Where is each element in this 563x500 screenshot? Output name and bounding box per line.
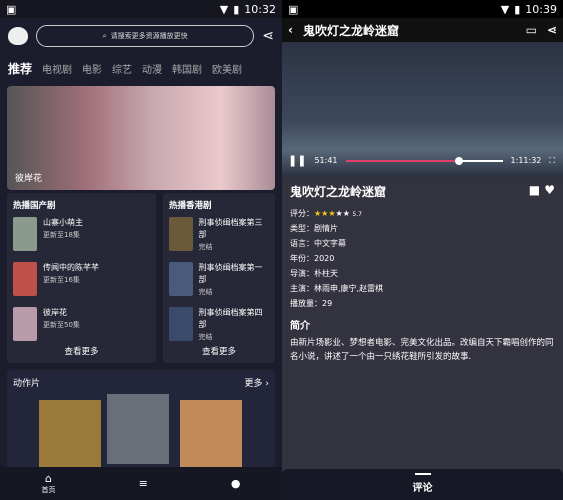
star: ★ [342, 209, 350, 218]
rating: 评分：★★★★★ 5.7 [290, 209, 362, 218]
search-icon: ⌕ [102, 31, 107, 40]
genre: 类型：剧情片 [290, 224, 338, 233]
app-logo [8, 27, 28, 45]
tab-korean[interactable]: 韩国剧 [172, 61, 202, 76]
section-title: 动作片 [13, 379, 41, 389]
intro-text: 由新片场影业、梦想者电影、完美文化出品。改编自天下霸唱创作的同名小说，讲述了一个… [290, 338, 554, 362]
view-more-button[interactable]: 查看更多 [163, 345, 275, 357]
image-icon: ▣ [288, 2, 299, 16]
search-input[interactable]: ⌕ 请搜索更多资源播放更快 [36, 25, 255, 47]
status-bar: ▣ ▼ ▮ 10:39 [282, 0, 563, 18]
cast: 主演：林雨申,康宁,赵雷棋 [290, 284, 384, 293]
share-icon[interactable]: ⋖ [262, 28, 274, 44]
year: 年份：2020 [290, 254, 335, 263]
camera-icon[interactable]: ■ [529, 183, 540, 197]
image-icon: ▣ [6, 2, 17, 16]
clock: 10:39 [525, 2, 557, 16]
language: 语言：中文字幕 [290, 239, 346, 248]
banner[interactable]: 彼岸花 [7, 86, 275, 190]
cast-icon[interactable]: ▭ [526, 23, 537, 37]
seek-bar[interactable] [345, 156, 503, 165]
card-domestic: 热播国产剧 山寨小萌主 更新至18集 传闻中的陈芊芊 更新至16集 彼岸花 更新至50… [7, 193, 156, 363]
star: ★ [328, 209, 336, 218]
card-title: 热播国产剧 [13, 201, 56, 211]
poster[interactable] [39, 400, 101, 470]
play-count: 播放量：29 [290, 299, 333, 308]
duration: 1:11:32 [510, 156, 542, 165]
tab-recommend[interactable]: 推荐 [8, 60, 32, 77]
list-icon[interactable]: ≡ [139, 477, 148, 490]
list-item[interactable]: 山寨小萌主 更新至18集 [13, 217, 150, 257]
intro-title: 简介 [290, 321, 310, 332]
list-item[interactable]: 刑事侦缉档案第三部 完结 [169, 217, 269, 257]
wifi-icon: ▼ [219, 2, 229, 16]
category-tabs: 推荐 电视剧 电影 综艺 动漫 韩国剧 欧美剧 [0, 54, 282, 82]
search-placeholder: 请搜索更多资源播放更快 [110, 32, 188, 40]
star-rating: ★★★★★ [314, 209, 350, 218]
list-item[interactable]: 刑事侦缉档案第四部 完结 [169, 307, 269, 347]
card-hk: 热播香港剧 刑事侦缉档案第三部 完结 刑事侦缉档案第一部 完结 刑事侦缉档案第四部完… [163, 193, 275, 363]
tab-tv[interactable]: 电视剧 [42, 61, 72, 76]
list-item[interactable]: 传闻中的陈芊芊 更新至16集 [13, 262, 150, 302]
home-icon: ⌂ [45, 472, 52, 485]
nav-home[interactable]: ⌂ 首页 [42, 472, 56, 495]
battery-icon: ▮ [233, 2, 240, 16]
video-player[interactable]: ❚❚ 51:41 1:11:32 ⛶ [282, 42, 563, 177]
user-icon[interactable]: ● [231, 477, 241, 490]
detail-screen: ▣ ▼ ▮ 10:39 ‹ 鬼吹灯之龙岭迷窟 ▭ ⋖ ❚❚ 51:41 1:11:32 ⛶ … [282, 0, 563, 500]
view-more-button[interactable]: 查看更多 [7, 345, 156, 357]
tab-anime[interactable]: 动漫 [142, 61, 162, 76]
fullscreen-icon[interactable]: ⛶ [549, 156, 555, 166]
list-item[interactable]: 刑事侦缉档案第一部 完结 [169, 262, 269, 302]
tab-variety[interactable]: 综艺 [112, 61, 132, 76]
status-bar: ▣ ▼ ▮ 10:32 [0, 0, 282, 18]
card-title: 热播香港剧 [169, 201, 212, 211]
home-screen: ▣ ▼ ▮ 10:32 ⌕ 请搜索更多资源播放更快 ⋖ 推荐 电视剧 电影 综艺 动漫 … [0, 0, 282, 500]
bottom-nav: ⌂ 首页 ≡ ● [0, 467, 282, 500]
share-icon[interactable]: ⋖ [547, 23, 557, 37]
pause-icon[interactable]: ❚❚ [288, 154, 306, 167]
back-icon[interactable]: ‹ [288, 23, 293, 37]
more-link[interactable]: 更多 › [245, 376, 269, 389]
poster[interactable] [107, 394, 169, 464]
director: 导演：朴柱天 [290, 269, 338, 278]
clock: 10:32 [244, 2, 276, 16]
banner-title: 彼岸花 [15, 174, 43, 184]
heart-icon[interactable]: ♥ [544, 183, 555, 197]
tab-western[interactable]: 欧美剧 [212, 61, 242, 76]
battery-icon: ▮ [514, 2, 521, 16]
info-title: 鬼吹灯之龙岭迷窟 [290, 185, 387, 199]
list-item[interactable]: 彼岸花 更新至50集 [13, 307, 150, 347]
star: ★ [335, 209, 343, 218]
tab-movie[interactable]: 电影 [82, 61, 102, 76]
video-title: 鬼吹灯之龙岭迷窟 [302, 23, 399, 38]
wifi-icon: ▼ [500, 2, 510, 16]
poster[interactable] [180, 400, 242, 470]
tab-comments[interactable]: 评论 [282, 469, 563, 500]
seek-handle[interactable] [454, 156, 463, 165]
video-info: 鬼吹灯之龙岭迷窟 ■ ♥ 评分：★★★★★ 5.7 类型：剧情片 语言：中文字幕 … [290, 183, 555, 364]
current-time: 51:41 [314, 156, 338, 165]
